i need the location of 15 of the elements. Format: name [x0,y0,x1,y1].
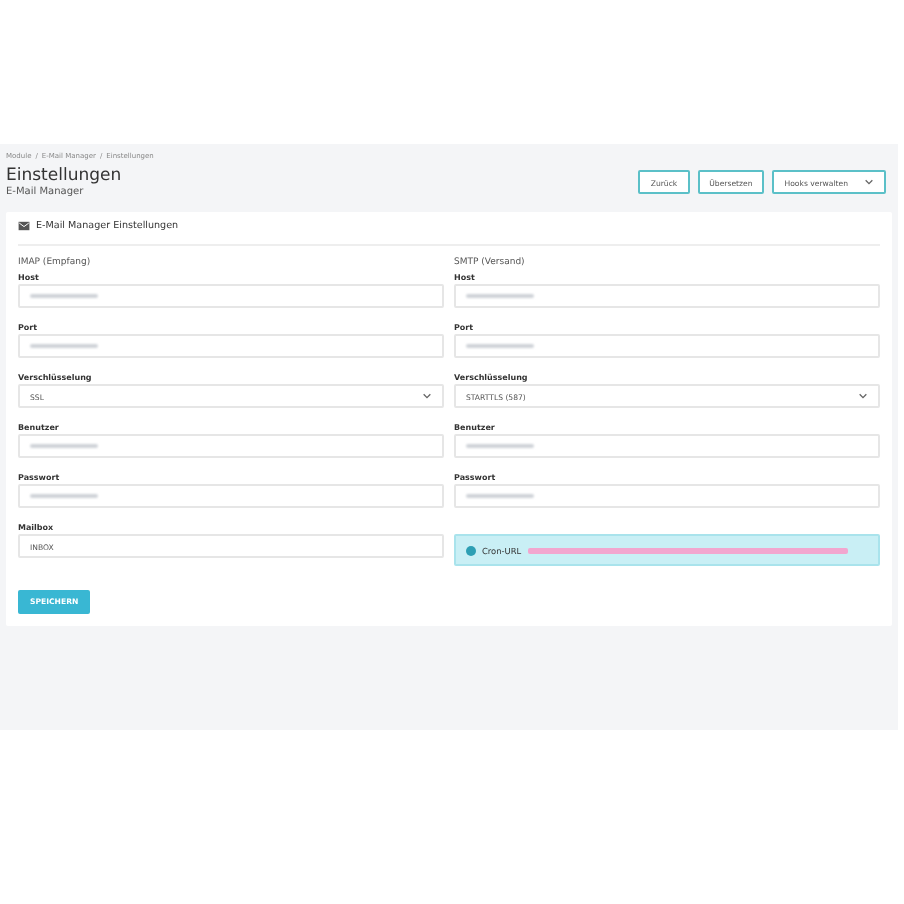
input-field[interactable] [18,334,444,358]
input-field[interactable] [454,284,880,308]
caret-icon [422,392,432,400]
caret-icon [864,178,874,186]
envelope-icon [18,220,30,232]
input-field[interactable] [18,434,444,458]
input-field[interactable] [18,284,444,308]
blurred-link[interactable] [527,547,848,553]
caret-icon [858,392,868,400]
input-field[interactable] [454,334,880,358]
input-field[interactable] [18,484,444,508]
page-title: Einstellungen [6,166,122,186]
info-icon [466,545,476,555]
input-field[interactable] [454,434,880,458]
input-field[interactable] [454,484,880,508]
